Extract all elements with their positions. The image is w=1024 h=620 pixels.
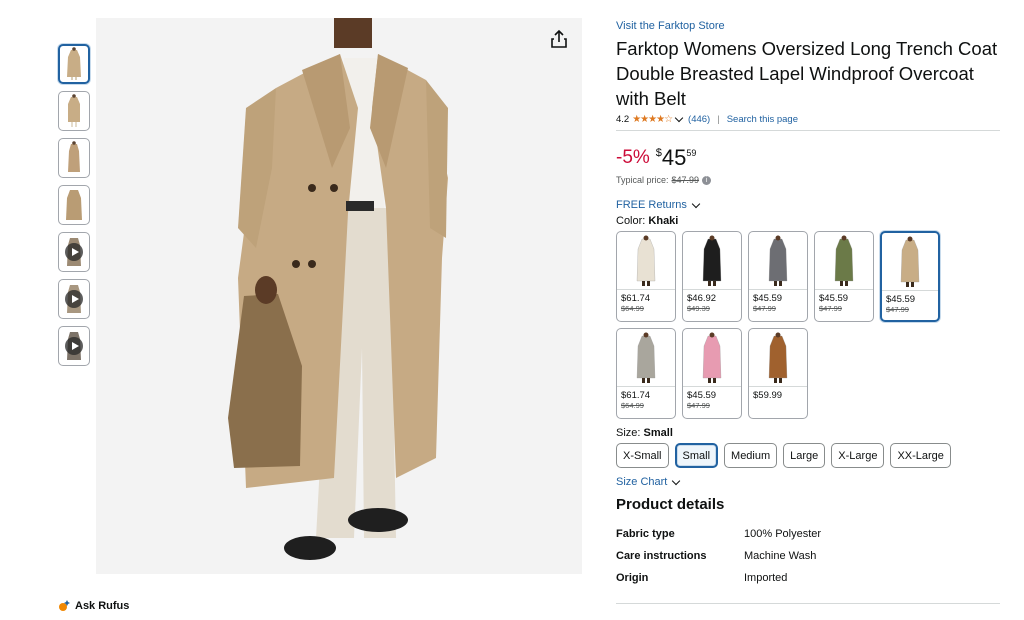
rufus-sparkle-icon — [59, 600, 70, 611]
swatch-price: $59.99 — [753, 390, 783, 401]
size-options: X-Small Small Medium Large X-Large XX-Large — [616, 443, 1000, 468]
color-selected-value: Khaki — [648, 215, 679, 227]
thumbnail-list — [58, 44, 92, 373]
thumbnail-video-2[interactable] — [58, 279, 90, 319]
product-details-table: Fabric type 100% Polyester Care instructio… — [616, 523, 1000, 589]
swatch-price: $61.74 — [621, 293, 651, 304]
typical-price: Typical price: $47.99 i — [616, 175, 1000, 185]
swatch-original-price: $47.99 — [819, 304, 842, 313]
color-swatch[interactable]: $59.99 — [748, 328, 808, 419]
details-row: Fabric type 100% Polyester — [616, 523, 1000, 545]
chevron-down-icon[interactable] — [674, 113, 684, 123]
play-icon — [65, 337, 83, 355]
chevron-down-icon — [691, 199, 701, 208]
swatch-image — [683, 329, 741, 387]
info-icon[interactable]: i — [702, 175, 712, 185]
swatch-original-price: $47.99 — [687, 401, 710, 410]
details-key: Fabric type — [616, 528, 675, 540]
details-value: Machine Wash — [744, 550, 817, 562]
swatch-price: $45.59 — [753, 293, 783, 304]
typical-price-value: $47.99 — [671, 175, 700, 185]
separator: | — [717, 114, 720, 125]
product-info-panel: Visit the Farktop Store Farktop Womens O… — [616, 20, 1000, 589]
size-selected-value: Small — [643, 427, 673, 439]
play-icon — [65, 243, 83, 261]
search-this-page-link[interactable]: Search this page — [727, 114, 798, 125]
thumbnail-2[interactable] — [58, 91, 90, 131]
product-title: Farktop Womens Oversized Long Trench Coa… — [616, 38, 998, 109]
rating-value: 4.2 — [616, 114, 630, 125]
color-swatch[interactable]: $45.59 $47.99 — [880, 231, 940, 322]
details-key: Origin — [616, 572, 649, 584]
color-swatch[interactable]: $45.59 $47.99 — [748, 231, 808, 322]
color-swatch[interactable]: $46.92 $49.39 — [682, 231, 742, 322]
swatch-price: $45.59 — [687, 390, 717, 401]
thumbnail-4[interactable] — [58, 185, 90, 225]
trench-coat-photo — [96, 18, 582, 574]
size-option-x-small[interactable]: X-Small — [616, 443, 669, 468]
typical-price-label: Typical price: — [616, 175, 669, 185]
swatch-original-price: $47.99 — [753, 304, 776, 313]
size-chart-label: Size Chart — [616, 476, 668, 488]
thumbnail-video-3[interactable] — [58, 326, 90, 366]
share-icon[interactable] — [548, 28, 570, 50]
color-swatch[interactable]: $61.74 $64.99 — [616, 231, 676, 322]
price-whole: 45 — [661, 145, 687, 170]
chevron-down-icon — [672, 476, 681, 485]
swatch-image — [617, 232, 675, 290]
details-row: Origin Imported — [616, 567, 1000, 589]
swatch-image — [882, 233, 938, 291]
star-rating-icon[interactable]: ★★★★☆ — [632, 114, 673, 125]
color-label: Color: Khaki — [616, 215, 1000, 227]
product-details-heading: Product details — [616, 496, 725, 513]
swatch-image — [749, 329, 807, 387]
swatch-price: $45.59 — [819, 293, 849, 304]
main-product-image[interactable] — [96, 18, 582, 574]
size-chart-link[interactable]: Size Chart — [616, 476, 1000, 488]
swatch-original-price: $47.99 — [886, 305, 909, 314]
color-label-text: Color: — [616, 215, 646, 227]
details-key: Care instructions — [616, 550, 707, 562]
swatch-price: $45.59 — [886, 294, 916, 305]
swatch-image — [683, 232, 741, 290]
details-value: Imported — [744, 572, 788, 584]
store-link[interactable]: Visit the Farktop Store — [616, 20, 1000, 32]
review-count-link[interactable]: (446) — [688, 114, 710, 125]
color-swatch[interactable]: $61.74 $64.99 — [616, 328, 676, 419]
color-swatch[interactable]: $45.59 $47.99 — [814, 231, 874, 322]
swatch-image — [815, 232, 873, 290]
divider — [616, 603, 1000, 604]
size-label-text: Size: — [616, 427, 641, 439]
swatch-image — [749, 232, 807, 290]
free-returns-link[interactable]: FREE Returns — [616, 199, 1000, 211]
color-swatch-grid: $61.74 $64.99 $46.92 $49.39 $45.59 $47.99 $45.… — [616, 231, 1000, 419]
size-option-small[interactable]: Small — [674, 443, 719, 468]
price-block: -5% $ 45 59 — [616, 145, 1000, 171]
size-option-x-large[interactable]: X-Large — [831, 443, 885, 468]
swatch-price: $46.92 — [687, 293, 717, 304]
size-option-large[interactable]: Large — [783, 443, 826, 468]
color-swatch[interactable]: $45.59 $47.99 — [682, 328, 742, 419]
swatch-price: $61.74 — [621, 390, 651, 401]
ask-rufus-label: Ask Rufus — [75, 600, 130, 612]
thumbnail-3[interactable] — [58, 138, 90, 178]
rating-row: 4.2 ★★★★☆ (446) | Search this page — [616, 113, 1000, 131]
size-option-xx-large[interactable]: XX-Large — [890, 443, 951, 468]
thumbnail-1[interactable] — [58, 44, 90, 84]
swatch-original-price: $64.99 — [621, 401, 644, 410]
ask-rufus-button[interactable]: Ask Rufus — [58, 600, 129, 612]
size-label: Size: Small — [616, 427, 1000, 439]
thumbnail-video-1[interactable] — [58, 232, 90, 272]
details-row: Care instructions Machine Wash — [616, 545, 1000, 567]
size-option-medium[interactable]: Medium — [724, 443, 778, 468]
price-fraction: 59 — [686, 148, 697, 158]
swatch-original-price: $49.39 — [687, 304, 710, 313]
swatch-image — [617, 329, 675, 387]
free-returns-label: FREE Returns — [616, 199, 687, 211]
discount-percent: -5% — [616, 147, 650, 168]
play-icon — [65, 290, 83, 308]
swatch-original-price: $64.99 — [621, 304, 644, 313]
details-value: 100% Polyester — [744, 528, 822, 540]
